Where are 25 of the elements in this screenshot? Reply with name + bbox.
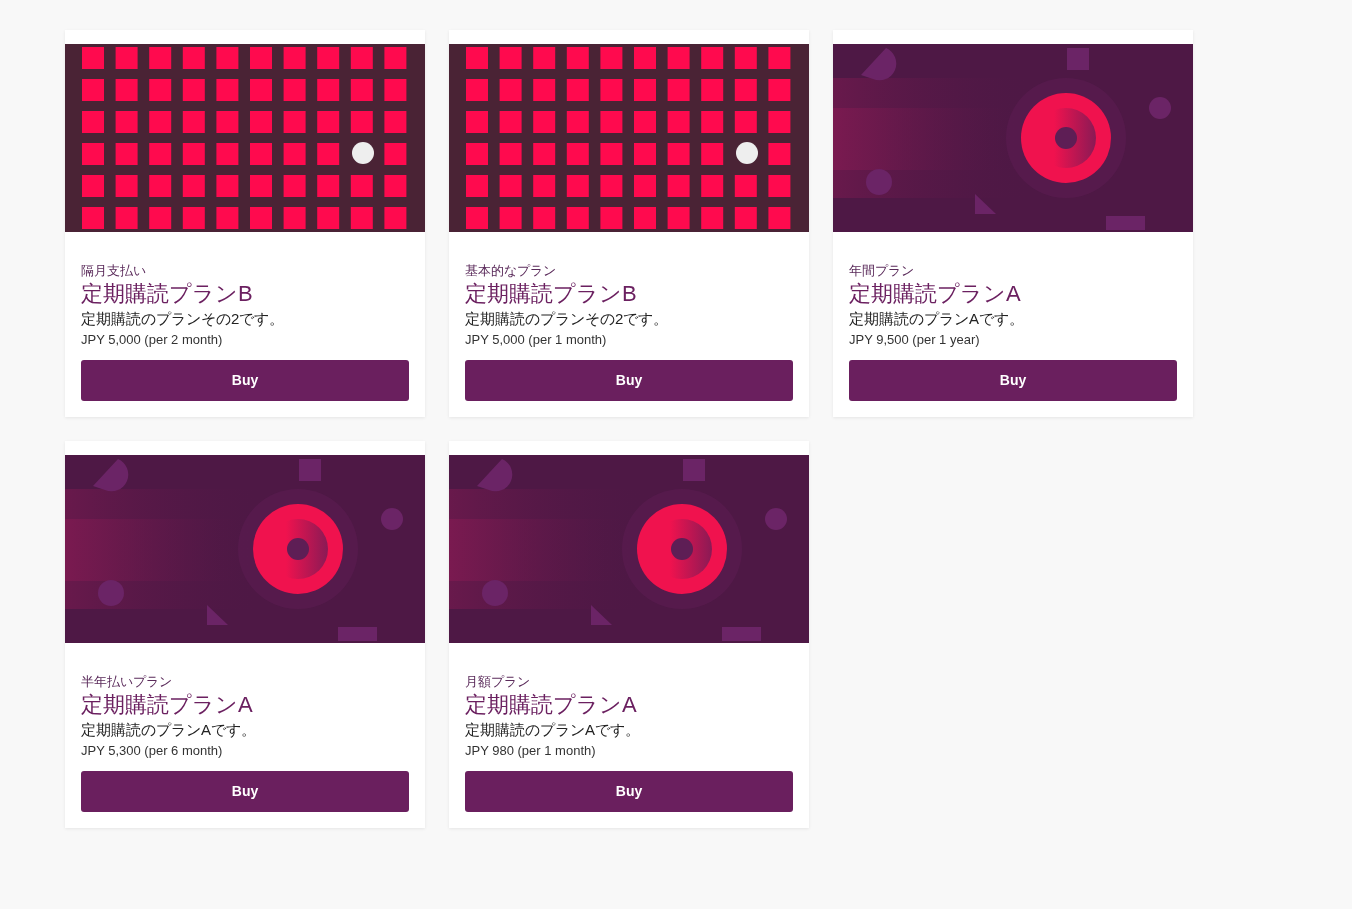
plan-title: 定期購読プランB <box>465 281 637 307</box>
plan-category: 年間プラン <box>849 263 914 279</box>
plan-title: 定期購読プランA <box>849 281 1021 307</box>
plan-title: 定期購読プランA <box>81 692 253 718</box>
plan-price: JPY 5,000 (per 2 month) <box>81 331 223 349</box>
plan-price: JPY 980 (per 1 month) <box>465 742 596 760</box>
buy-button[interactable]: Buy <box>81 360 409 401</box>
plan-description: 定期購読のプランその2です。 <box>81 309 285 329</box>
buy-button[interactable]: Buy <box>81 771 409 812</box>
plan-title: 定期購読プランA <box>465 692 637 718</box>
plan-description: 定期購読のプランAです。 <box>465 720 640 740</box>
plan-price: JPY 5,300 (per 6 month) <box>81 742 223 760</box>
plan-description: 定期購読のプランAです。 <box>849 309 1024 329</box>
plan-category: 基本的なプラン <box>465 263 556 279</box>
buy-button[interactable]: Buy <box>465 771 793 812</box>
plan-category: 半年払いプラン <box>81 674 172 690</box>
plan-description: 定期購読のプランその2です。 <box>465 309 669 329</box>
plan-price: JPY 5,000 (per 1 month) <box>465 331 607 349</box>
plan-description: 定期購読のプランAです。 <box>81 720 256 740</box>
buy-button[interactable]: Buy <box>849 360 1177 401</box>
plan-price: JPY 9,500 (per 1 year) <box>849 331 980 349</box>
plan-category: 隔月支払い <box>81 263 146 279</box>
buy-button[interactable]: Buy <box>465 360 793 401</box>
plan-category: 月額プラン <box>465 674 530 690</box>
plan-title: 定期購読プランB <box>81 281 253 307</box>
